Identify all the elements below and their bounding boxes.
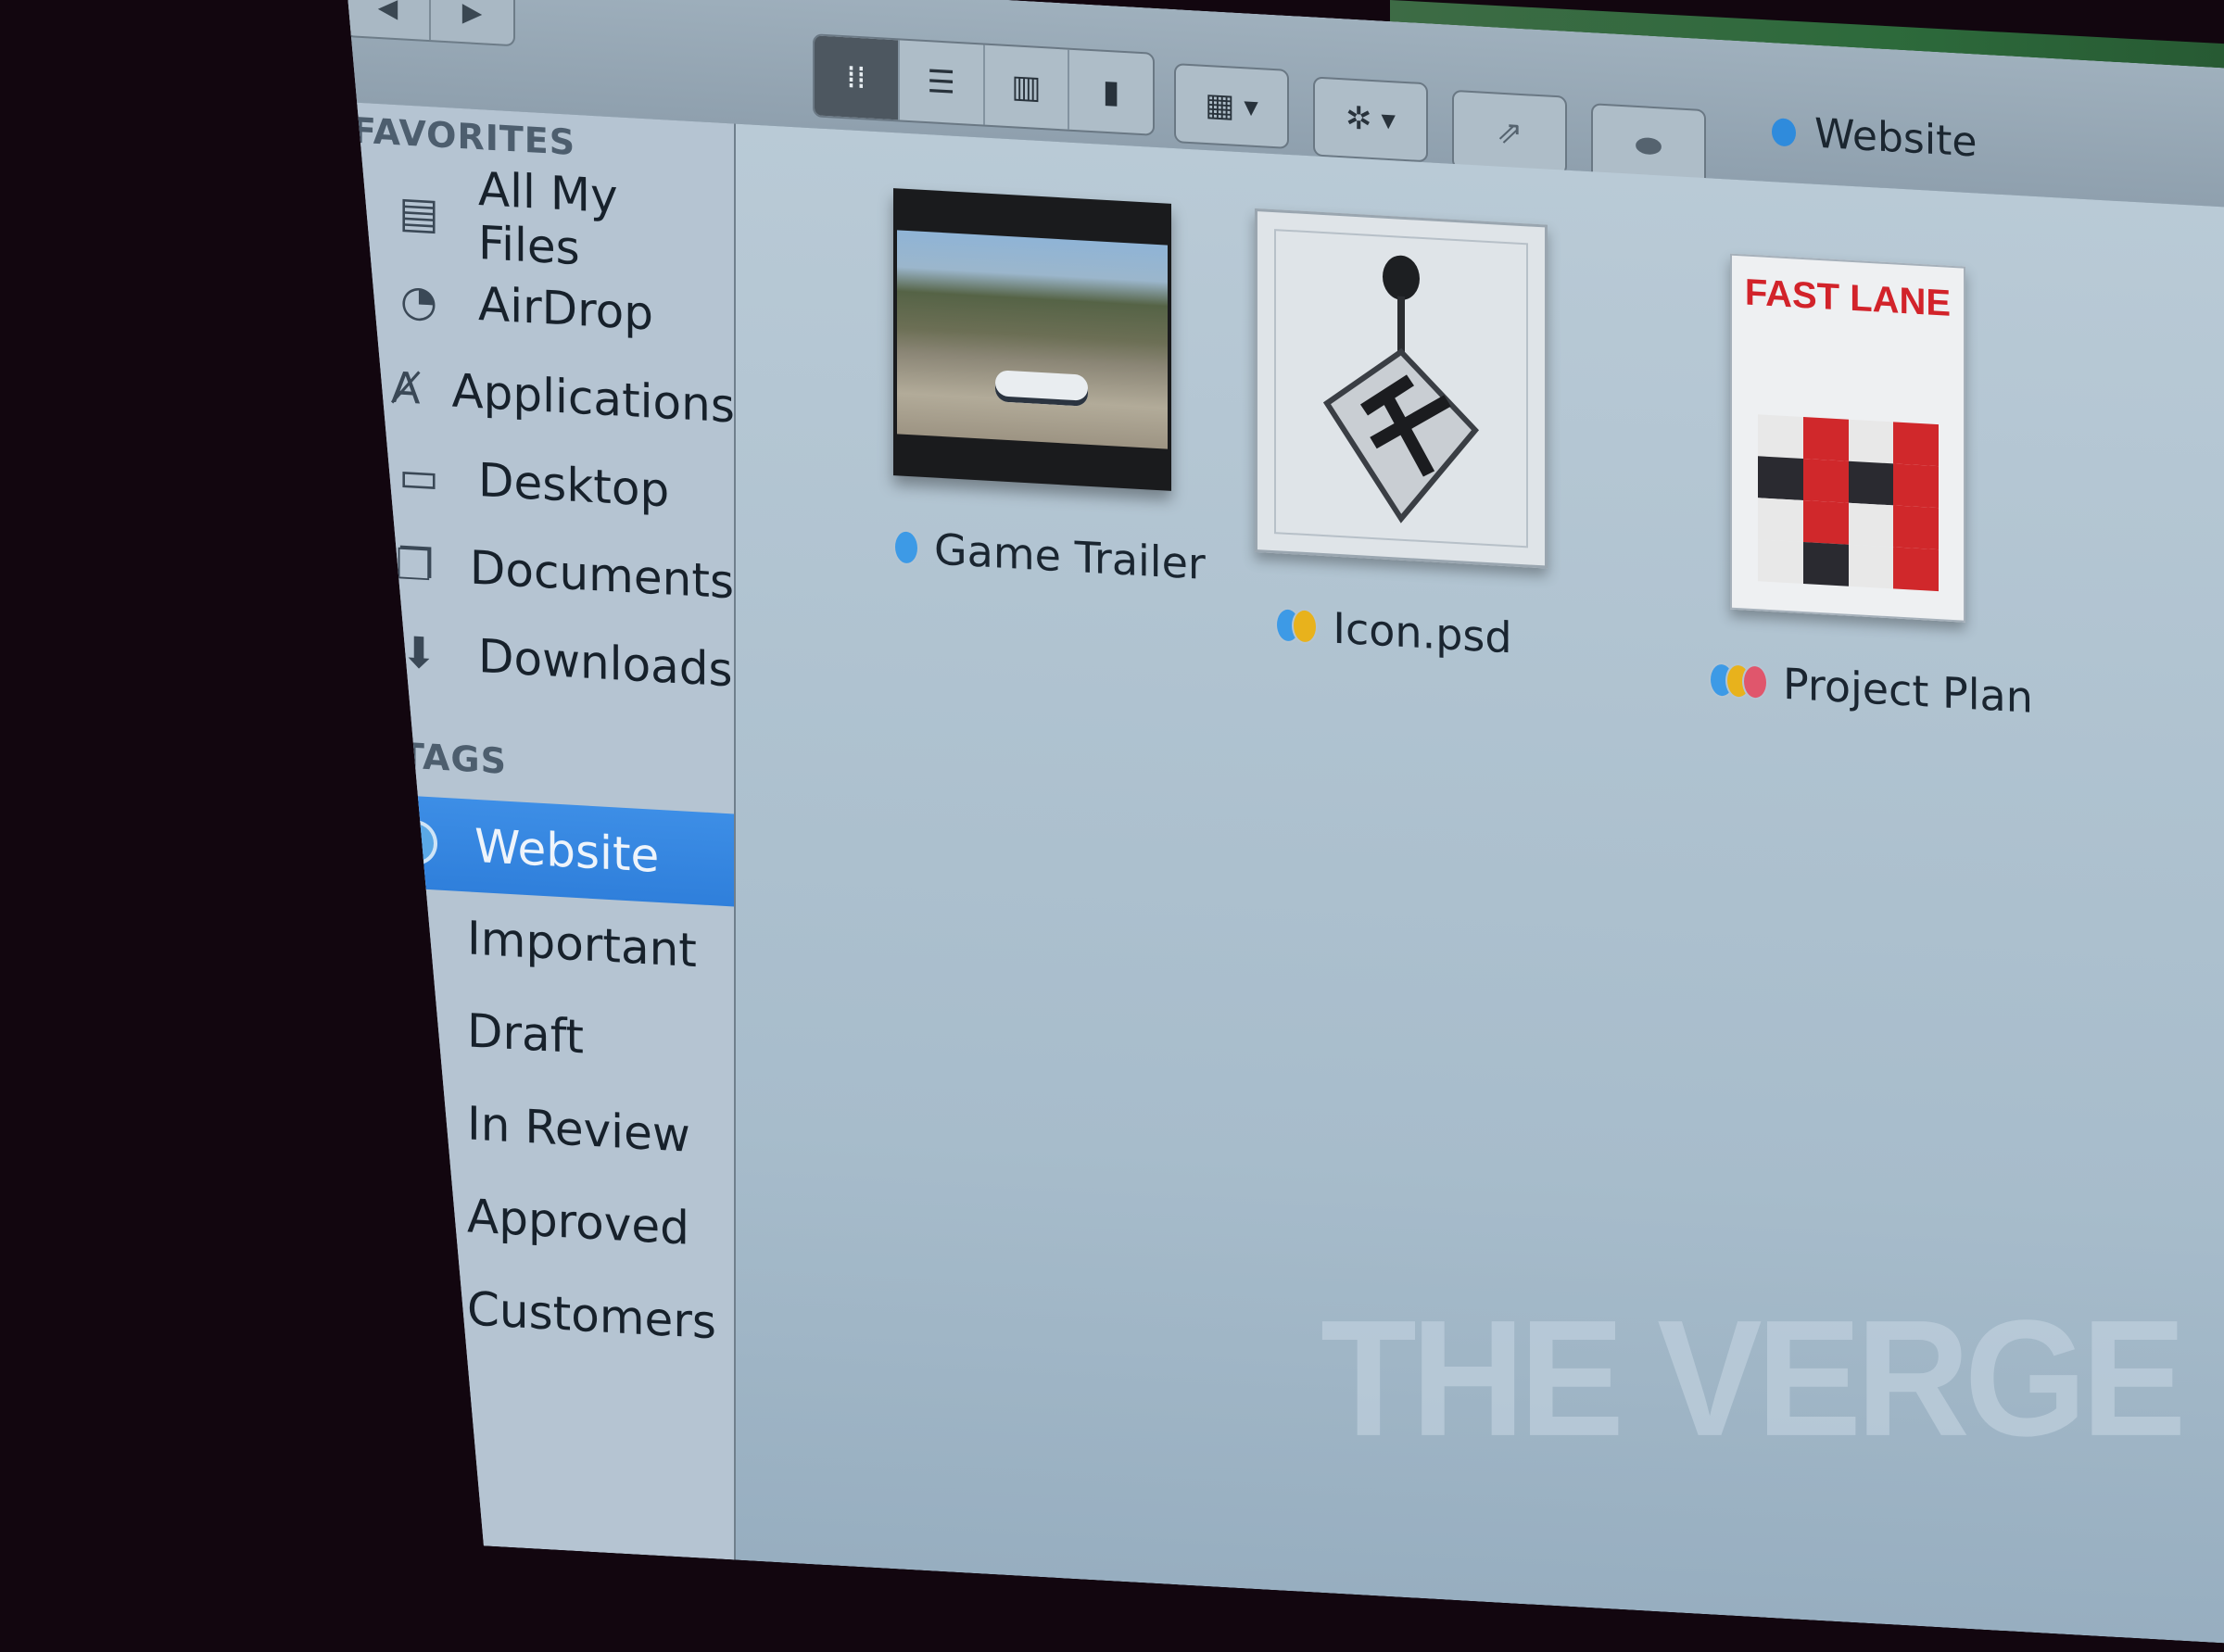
sidebar-item-documents[interactable]: ❐ Documents bbox=[345, 523, 734, 619]
file-label: Project Plan bbox=[1709, 654, 2033, 723]
window-title: Website bbox=[1772, 107, 1977, 166]
video-thumbnail bbox=[893, 188, 1171, 491]
tag-color-dot bbox=[395, 1193, 430, 1232]
file-tag-dots bbox=[1709, 662, 1774, 700]
file-tag-dot bbox=[1742, 663, 1768, 700]
airdrop-icon: ◔ bbox=[399, 274, 438, 327]
gear-shifter-image bbox=[1274, 229, 1528, 548]
window-title-text: Website bbox=[1814, 109, 1978, 167]
gear-shifter-icon bbox=[1308, 245, 1494, 533]
document-cover-title: FAST LANE bbox=[1744, 271, 1952, 324]
file-tag-dot bbox=[1292, 608, 1318, 645]
favorites-heading: FAVORITES bbox=[352, 109, 576, 163]
file-name: Game Trailer bbox=[934, 523, 1206, 589]
icon-view-button[interactable]: ⁞⁞ bbox=[815, 35, 898, 120]
tag-color-dot bbox=[395, 1286, 430, 1325]
cover-flow-view-button[interactable]: ▮ bbox=[1068, 50, 1153, 134]
sidebar-item-downloads[interactable]: ⬇ Downloads bbox=[345, 612, 734, 707]
photo-stage: ◀ ▶ ⁞⁞ ☰ ▥ ▮ ▦ ▼ ✲ ▼ ⇗ ⬬ Website FAVORIT… bbox=[0, 0, 2224, 1470]
file-label: Game Trailer bbox=[893, 522, 1206, 589]
sidebar-item-label: In Review bbox=[467, 1096, 690, 1163]
sidebar-item-label: Customers bbox=[467, 1281, 716, 1350]
tag-icon: ⬬ bbox=[1635, 126, 1662, 166]
sidebar-tag-draft[interactable]: Draft bbox=[345, 987, 734, 1082]
all-my-files-icon: ▤ bbox=[398, 186, 439, 239]
sidebar-tag-in-review[interactable]: In Review bbox=[345, 1079, 734, 1175]
sidebar-tag-approved[interactable]: Approved bbox=[345, 1172, 734, 1267]
sidebar-item-desktop[interactable]: ▭ Desktop bbox=[345, 435, 734, 531]
gear-icon: ✲ bbox=[1346, 99, 1372, 138]
sidebar-item-label: AirDrop bbox=[478, 277, 653, 341]
arrange-grid-icon: ▦ bbox=[1205, 85, 1235, 125]
race-car-image bbox=[995, 370, 1088, 407]
file-name: Project Plan bbox=[1783, 658, 2033, 723]
tag-color-dot bbox=[395, 1101, 430, 1140]
share-button[interactable]: ⇗ bbox=[1452, 90, 1567, 176]
sidebar-item-all-my-files[interactable]: ▤ All My Files bbox=[345, 171, 734, 267]
tag-color-dot bbox=[395, 1008, 430, 1047]
column-view-icon: ▥ bbox=[1011, 68, 1042, 107]
cover-flow-icon: ▮ bbox=[1102, 72, 1120, 111]
tags-heading: TAGS bbox=[400, 735, 507, 782]
documents-icon: ❐ bbox=[395, 538, 435, 591]
sidebar-item-label: Documents bbox=[469, 540, 734, 610]
view-mode-segmented-control: ⁞⁞ ☰ ▥ ▮ bbox=[813, 33, 1155, 136]
race-track-image bbox=[897, 230, 1168, 448]
applications-icon: Ⱥ bbox=[391, 361, 421, 414]
sidebar-item-label: Approved bbox=[467, 1189, 689, 1255]
share-icon: ⇗ bbox=[1496, 113, 1523, 153]
sidebar-item-label: Draft bbox=[467, 1003, 585, 1065]
desktop-icon: ▭ bbox=[398, 450, 439, 503]
file-name: Icon.psd bbox=[1333, 602, 1512, 663]
nav-buttons: ◀ ▶ bbox=[345, 0, 515, 46]
arrange-button[interactable]: ▦ ▼ bbox=[1174, 63, 1289, 149]
file-label: Icon.psd bbox=[1275, 599, 1511, 662]
chevron-down-icon: ▼ bbox=[1381, 108, 1396, 132]
tag-color-dot bbox=[395, 915, 430, 954]
list-view-button[interactable]: ☰ bbox=[898, 40, 983, 124]
forward-button[interactable]: ▶ bbox=[429, 0, 513, 44]
psd-thumbnail bbox=[1255, 208, 1548, 569]
icon-view-icon: ⁞⁞ bbox=[846, 58, 866, 97]
file-tag-dot bbox=[893, 529, 919, 566]
sidebar-item-label: Important bbox=[467, 911, 697, 978]
sidebar-item-label: Downloads bbox=[478, 629, 733, 698]
sidebar-item-label: Website bbox=[474, 818, 660, 883]
sidebar-item-label: Applications bbox=[451, 363, 735, 434]
sidebar-item-label: Desktop bbox=[478, 453, 670, 518]
sidebar-tag-customers[interactable]: Customers bbox=[345, 1265, 734, 1360]
file-tag-dots bbox=[1275, 607, 1323, 645]
sidebar-item-applications[interactable]: Ⱥ Applications bbox=[345, 347, 734, 443]
sidebar-item-label: All My Files bbox=[477, 162, 618, 276]
the-verge-watermark: THE VERGE bbox=[1320, 1286, 2186, 1471]
downloads-icon: ⬇ bbox=[400, 626, 437, 679]
back-button[interactable]: ◀ bbox=[347, 0, 429, 40]
forward-icon: ▶ bbox=[461, 0, 483, 28]
chevron-down-icon: ▼ bbox=[1244, 95, 1258, 120]
checkered-flag-image bbox=[1758, 414, 1939, 591]
action-button[interactable]: ✲ ▼ bbox=[1313, 76, 1428, 162]
title-tag-dot bbox=[1772, 118, 1796, 146]
file-item-project-plan[interactable]: FAST LANE Project Plan bbox=[1709, 252, 1987, 720]
list-view-icon: ☰ bbox=[927, 63, 955, 102]
back-icon: ◀ bbox=[377, 0, 398, 23]
sidebar-tag-website[interactable]: Website bbox=[345, 792, 734, 906]
file-item-icon-psd[interactable]: Icon.psd bbox=[1255, 208, 1533, 664]
column-view-button[interactable]: ▥ bbox=[983, 44, 1068, 129]
tag-color-dot bbox=[395, 819, 437, 866]
sidebar: FAVORITES ▤ All My Files ◔ AirDrop Ⱥ App… bbox=[345, 102, 736, 1560]
document-thumbnail: FAST LANE bbox=[1730, 254, 1965, 623]
file-item-game-trailer[interactable]: Game Trailer bbox=[893, 188, 1171, 587]
file-tag-dots bbox=[893, 529, 925, 566]
sidebar-tag-important[interactable]: Important bbox=[345, 894, 734, 990]
